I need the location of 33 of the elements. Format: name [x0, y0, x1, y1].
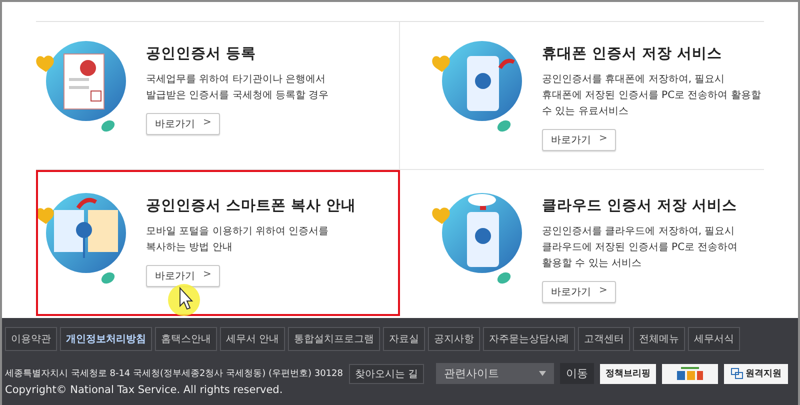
logo-icon: [675, 366, 706, 380]
footer-link[interactable]: 전체메뉴: [633, 327, 686, 351]
footer-link[interactable]: 세무서식: [688, 327, 740, 351]
directions-button[interactable]: 찾아오시는 길: [349, 364, 424, 384]
footer-link[interactable]: 통합설치프로그램: [288, 327, 380, 351]
card-title: 휴대폰 인증서 저장 서비스: [542, 45, 722, 63]
card-title: 클라우드 인증서 저장 서비스: [542, 197, 738, 215]
monitor-icon: [730, 368, 743, 379]
copyright-text: Copyright© National Tax Service. All rights reserved.: [5, 384, 284, 396]
shortcut-button[interactable]: 바로가기 >: [542, 281, 616, 303]
policy-briefing-banner[interactable]: 정책브리핑: [600, 364, 656, 384]
footer-link[interactable]: 이용약관: [5, 327, 57, 351]
footer-link[interactable]: 자료실: [383, 327, 426, 351]
footer-link[interactable]: 홈택스안내: [155, 327, 217, 351]
caret-icon: [539, 371, 546, 376]
shortcut-button[interactable]: 바로가기 >: [146, 265, 220, 287]
card-title: 공인인증서 등록: [146, 45, 256, 63]
address-text: 세종특별자치시 국세청로 8-14 국세청(정부세종2청사 국세청동) (우편번호) 30128: [5, 368, 343, 380]
card-description: 국세업무를 위하여 타기관이나 은행에서 발급받은 인증서를 국세청에 등록할 경우: [146, 73, 330, 103]
shortcut-button[interactable]: 바로가기 >: [146, 113, 220, 135]
footer-link[interactable]: 자주묻는상담사례: [483, 327, 576, 351]
shortcut-button[interactable]: 바로가기 >: [542, 129, 616, 151]
card-description: 공인인증서를 클라우드에 저장하여, 필요시 클라우드에 저장된 인증서를 PC로 전송하여 활용할 수 있는 서비스: [542, 225, 739, 271]
card-description: 모바일 포털을 이용하기 위하여 인증서를 복사하는 방법 안내: [146, 225, 330, 255]
related-sites-select[interactable]: 관련사이트: [436, 363, 554, 384]
footer-link[interactable]: 개인정보처리방침: [60, 327, 152, 351]
remote-support-banner[interactable]: 원격지원: [724, 364, 788, 384]
card-title: 공인인증서 스마트폰 복사 안내: [146, 197, 356, 215]
footer-link[interactable]: 세무서 안내: [220, 327, 286, 351]
go-button[interactable]: 이동: [560, 363, 594, 384]
footer-link[interactable]: 고객센터: [578, 327, 630, 351]
card-description: 공인인증서를 휴대폰에 저장하여, 필요시 휴대폰에 저장된 인증서를 PC로 전송하여 활용할 수 있는 유료서비스: [542, 73, 762, 119]
footer-link[interactable]: 공지사항: [428, 327, 480, 351]
